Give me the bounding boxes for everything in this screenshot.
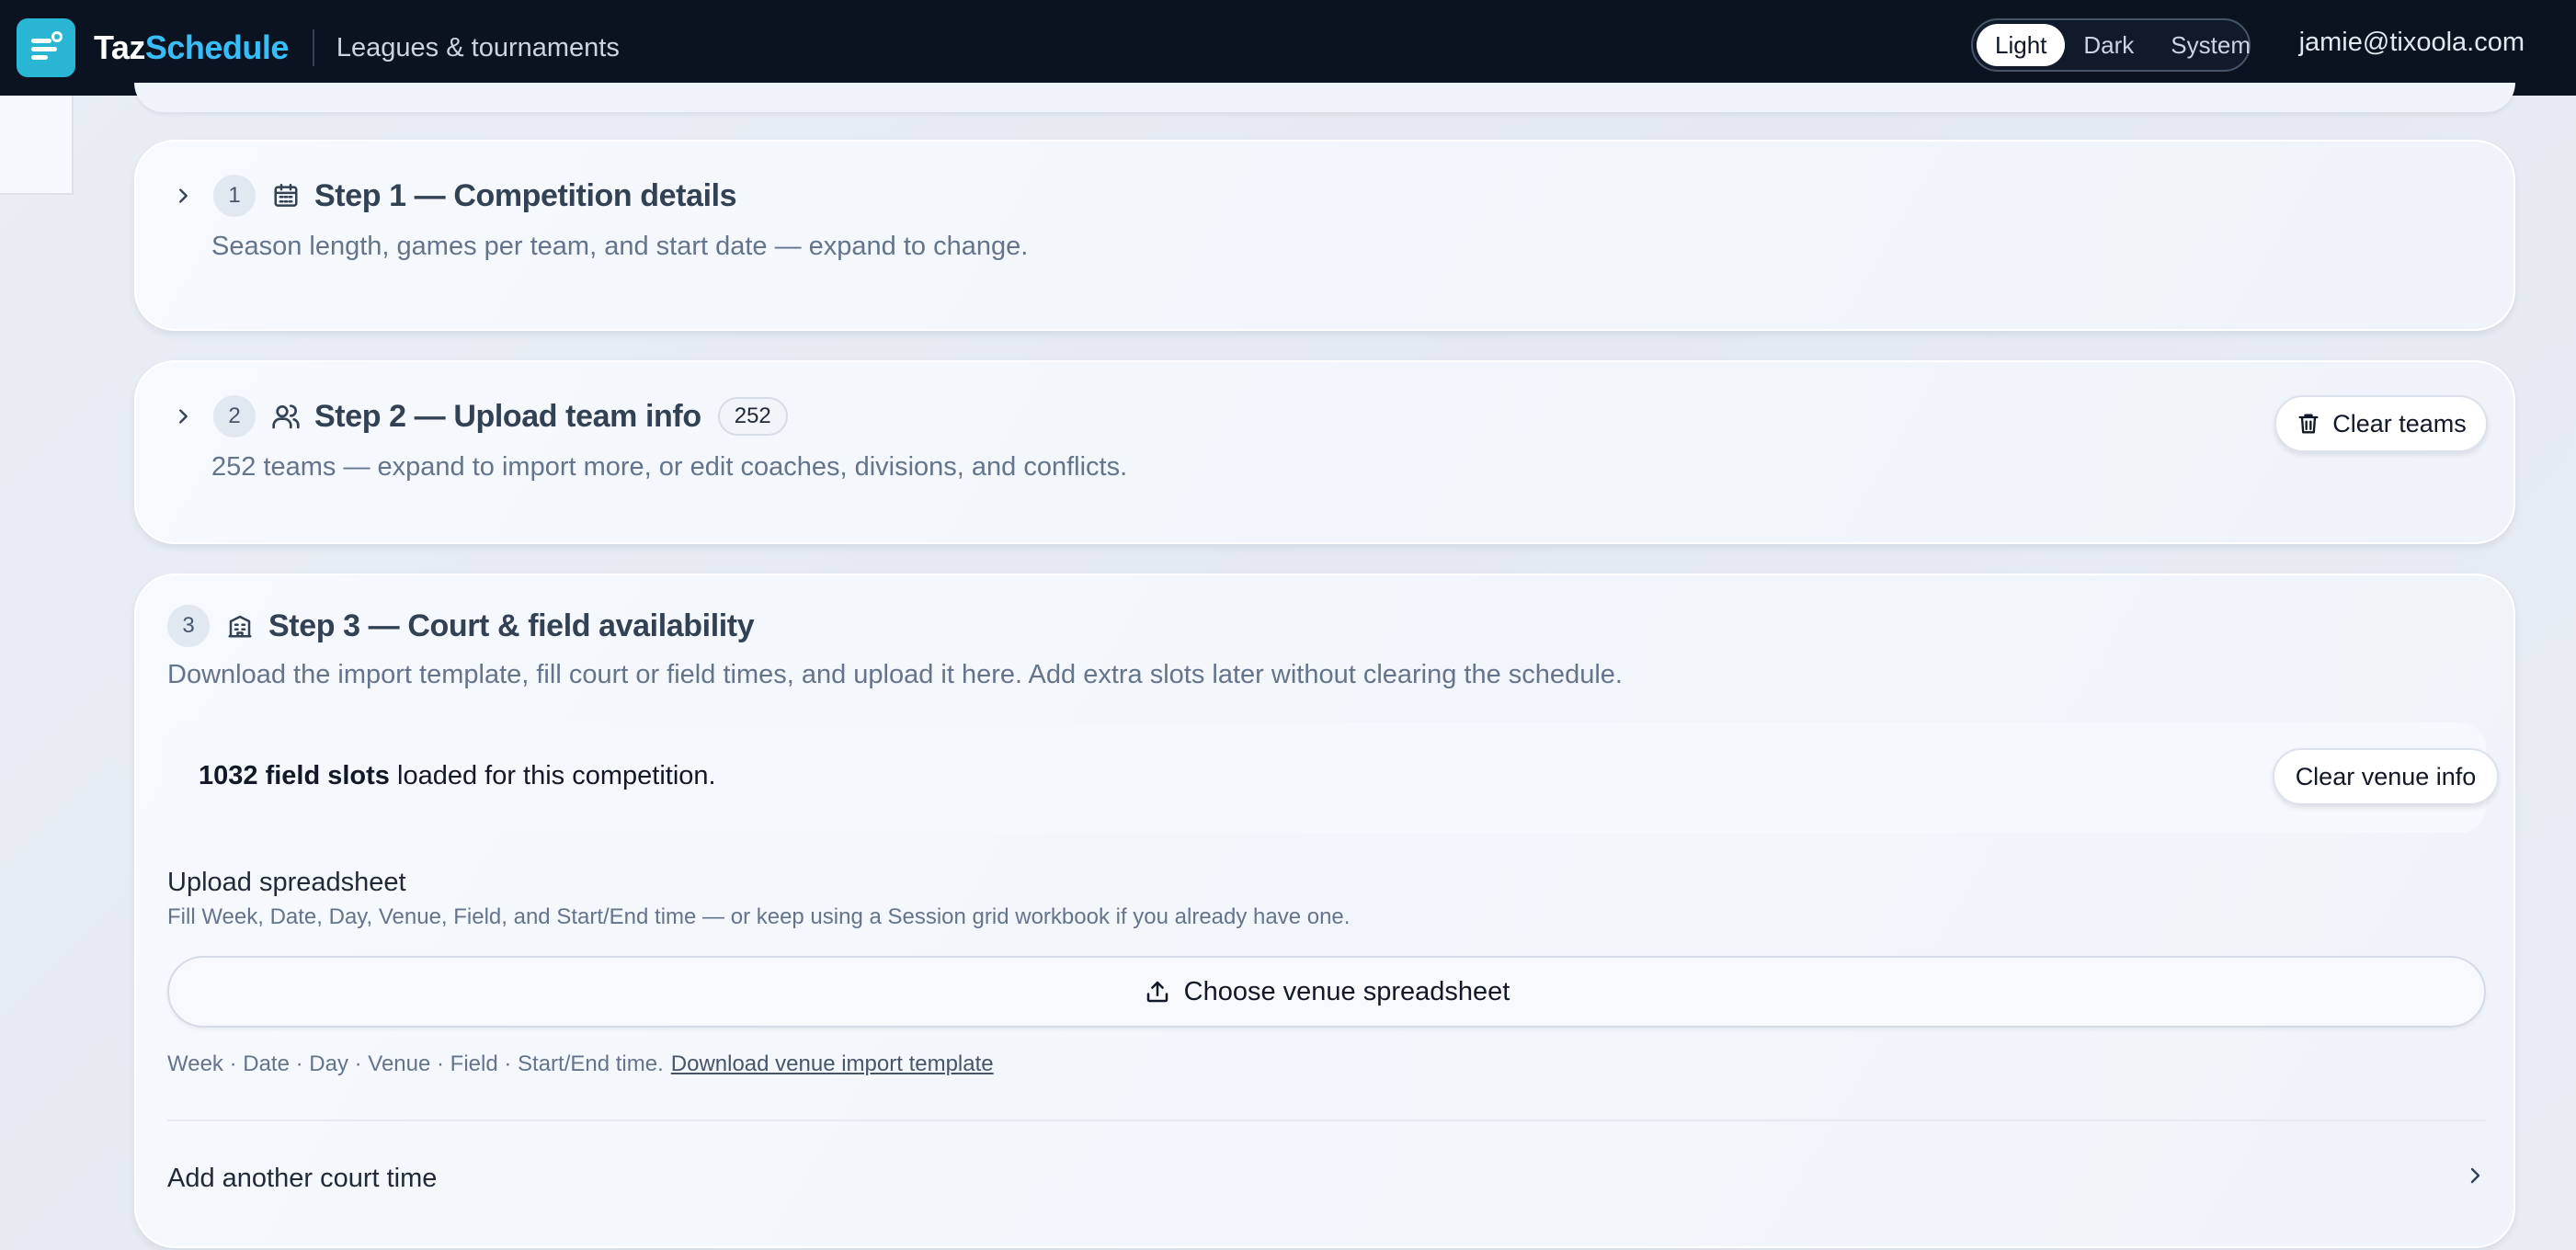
field-slots-count: 1032 field slots xyxy=(199,761,390,790)
step-number-badge: 1 xyxy=(213,175,256,217)
step-3-header: 3 Step 3 — Court & field availability xyxy=(167,605,755,647)
step-1-subtitle: Season length, games per team, and start… xyxy=(211,232,1029,261)
app-logo-icon[interactable] xyxy=(17,18,75,77)
clear-teams-label: Clear teams xyxy=(2332,409,2467,438)
step-2-header[interactable]: 2 Step 2 — Upload team info 252 xyxy=(169,395,788,438)
trash-icon xyxy=(2296,411,2321,437)
step-2-title: Step 2 — Upload team info xyxy=(314,398,701,434)
field-slots-suffix: loaded for this competition. xyxy=(389,761,716,790)
section-title: Leagues & tournaments xyxy=(336,32,620,62)
user-account-menu[interactable]: jamie@tixoola.com xyxy=(2299,28,2525,58)
clear-venue-info-label: Clear venue info xyxy=(2295,762,2477,790)
add-court-time-label: Add another court time xyxy=(167,1163,438,1193)
header-divider xyxy=(312,29,314,66)
step-1-card: 1 Step 1 — Competition details Season le… xyxy=(134,140,2515,331)
chevron-right-icon xyxy=(2464,1164,2486,1194)
choose-venue-spreadsheet-button[interactable]: Choose venue spreadsheet xyxy=(167,956,2486,1028)
theme-option-system[interactable]: System xyxy=(2152,24,2269,66)
theme-switcher: Light Dark System xyxy=(1971,18,2251,72)
choose-venue-spreadsheet-label: Choose venue spreadsheet xyxy=(1183,976,1510,1006)
import-columns-hint: Week · Date · Day · Venue · Field · Star… xyxy=(167,1051,994,1077)
download-template-link[interactable]: Download venue import template xyxy=(671,1051,994,1076)
import-columns-text: Week · Date · Day · Venue · Field · Star… xyxy=(167,1051,664,1076)
calendar-icon xyxy=(270,180,302,211)
step-number-badge: 2 xyxy=(213,395,256,438)
sidebar-stub xyxy=(0,96,74,195)
previous-card-edge xyxy=(134,83,2515,112)
brand-part-2: Schedule xyxy=(144,28,290,66)
upload-spreadsheet-label: Upload spreadsheet xyxy=(167,868,406,897)
team-count-badge: 252 xyxy=(717,397,788,436)
step-3-card: 3 Step 3 — Court & field availability Do… xyxy=(134,574,2515,1248)
step-1-title: Step 1 — Competition details xyxy=(314,177,737,213)
top-navigation-bar: Taz Schedule Leagues & tournaments Light… xyxy=(0,0,2576,96)
users-icon xyxy=(270,401,302,432)
add-court-time-row[interactable]: Add another court time xyxy=(167,1151,2486,1206)
clear-venue-info-button[interactable]: Clear venue info xyxy=(2273,748,2499,805)
building-icon xyxy=(224,610,256,642)
step-2-card: 2 Step 2 — Upload team info 252 252 team… xyxy=(134,360,2515,544)
upload-icon xyxy=(1144,978,1171,1006)
step-1-header[interactable]: 1 Step 1 — Competition details xyxy=(169,175,737,217)
chevron-right-icon[interactable] xyxy=(169,403,197,430)
section-divider xyxy=(167,1119,2486,1121)
field-slots-text: 1032 field slots loaded for this competi… xyxy=(199,761,716,791)
theme-option-dark[interactable]: Dark xyxy=(2065,24,2152,66)
step-2-subtitle: 252 teams — expand to import more, or ed… xyxy=(211,452,1128,482)
brand-part-1: Taz xyxy=(94,28,145,66)
upload-spreadsheet-help: Fill Week, Date, Day, Venue, Field, and … xyxy=(167,904,1351,929)
step-3-subtitle: Download the import template, fill court… xyxy=(167,660,1623,689)
clear-teams-button[interactable]: Clear teams xyxy=(2274,395,2488,452)
chevron-right-icon[interactable] xyxy=(169,182,197,210)
theme-option-light[interactable]: Light xyxy=(1977,24,2066,66)
step-3-title: Step 3 — Court & field availability xyxy=(268,608,755,643)
step-number-badge: 3 xyxy=(167,605,210,647)
field-slots-summary: 1032 field slots loaded for this competi… xyxy=(167,722,2499,833)
app-brand-name[interactable]: Taz Schedule xyxy=(94,28,289,67)
